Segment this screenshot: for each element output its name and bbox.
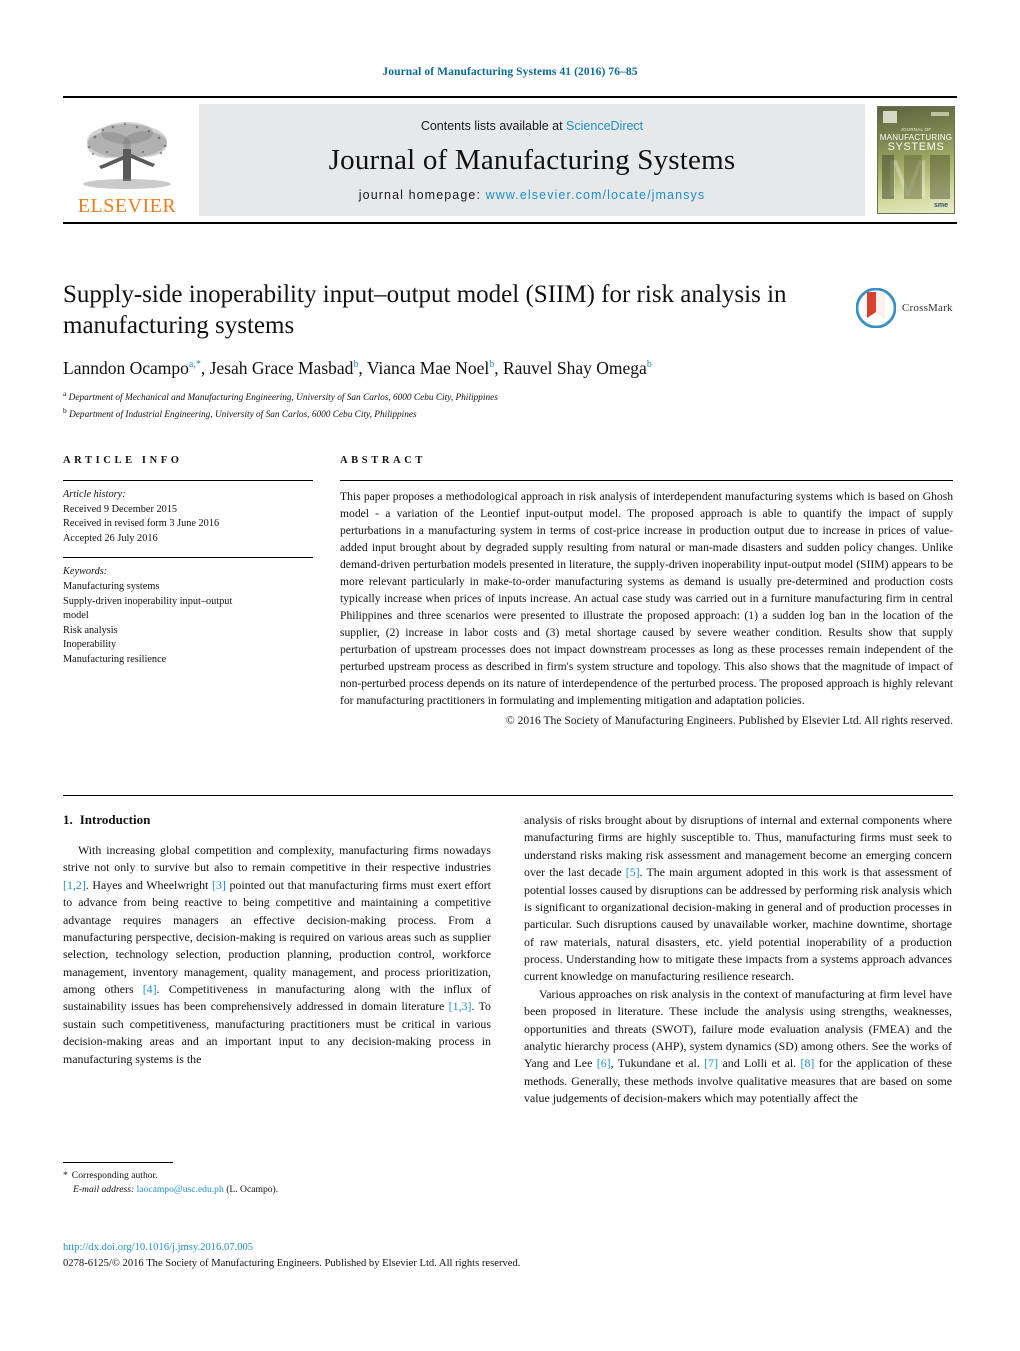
keyword-item: Supply-driven inoperability input–output bbox=[63, 595, 233, 607]
contents-available-line: Contents lists available at ScienceDirec… bbox=[421, 119, 643, 133]
sciencedirect-link[interactable]: ScienceDirect bbox=[566, 119, 643, 133]
cover-elsevier-mark bbox=[883, 111, 897, 123]
abstract-bottom-rule bbox=[63, 795, 953, 796]
keyword-item: Manufacturing systems bbox=[63, 581, 160, 593]
crossmark-icon bbox=[855, 287, 897, 329]
homepage-prefix: journal homepage: bbox=[358, 187, 486, 202]
cover-art: M JOURNAL OF MANUFACTURING SYSTEMS sme bbox=[877, 106, 955, 214]
section-number: 1. bbox=[63, 812, 73, 827]
history-item: Accepted 26 July 2016 bbox=[63, 532, 158, 544]
homepage-url-link[interactable]: www.elsevier.com/locate/jmansys bbox=[486, 188, 706, 202]
body-column-left: 1. Introduction With increasing global co… bbox=[63, 812, 491, 1197]
email-address-link[interactable]: laocampo@usc.edu.ph bbox=[137, 1184, 224, 1195]
running-head: Journal of Manufacturing Systems 41 (201… bbox=[382, 66, 638, 78]
cover-line3: SYSTEMS bbox=[887, 141, 945, 153]
keyword-item: model bbox=[63, 610, 89, 622]
abstract-copyright: © 2016 The Society of Manufacturing Engi… bbox=[505, 713, 953, 727]
body-column-right: analysis of risks brought about by disru… bbox=[524, 812, 952, 1197]
doi-link[interactable]: http://dx.doi.org/10.1016/j.jmsy.2016.07… bbox=[63, 1240, 953, 1256]
cover-society-mark: sme bbox=[933, 202, 948, 209]
cover-machinery-art bbox=[882, 155, 950, 199]
abstract-column: ABSTRACT This paper proposes a methodolo… bbox=[340, 455, 953, 727]
intro-paragraph-1: With increasing global competition and c… bbox=[63, 843, 492, 1066]
abstract-heading: ABSTRACT bbox=[340, 455, 426, 466]
journal-homepage-line: journal homepage: www.elsevier.com/locat… bbox=[359, 188, 705, 202]
affiliations: a Department of Mechanical and Manufactu… bbox=[63, 389, 853, 422]
keyword-item: Risk analysis bbox=[63, 624, 118, 636]
corresponding-author-footnote: * Corresponding author. E-mail address: l… bbox=[63, 1162, 491, 1197]
crossmark-badge[interactable]: CrossMark bbox=[855, 282, 961, 334]
article-history-label: Article history: bbox=[63, 489, 126, 500]
history-item: Received in revised form 3 June 2016 bbox=[63, 518, 220, 530]
keyword-item: Inoperability bbox=[63, 639, 117, 651]
abstract-text: This paper proposes a methodological app… bbox=[340, 490, 953, 707]
elsevier-logo: ELSEVIER bbox=[63, 98, 191, 222]
email-address-label: E-mail address: bbox=[73, 1183, 135, 1195]
footnote-corresponding-line: * Corresponding author. bbox=[63, 1169, 491, 1183]
title-block: Supply-side inoperability input–output m… bbox=[63, 280, 853, 422]
article-info-separator bbox=[63, 557, 313, 559]
affiliation-b: b Department of Industrial Engineering, … bbox=[63, 405, 417, 420]
journal-masthead: ELSEVIER Contents lists available at Sci… bbox=[63, 96, 957, 224]
history-item: Received 9 December 2015 bbox=[63, 503, 178, 515]
intro-paragraph-1-continued: analysis of risks brought about by disru… bbox=[524, 813, 952, 984]
affiliation-a-text: Department of Mechanical and Manufacturi… bbox=[68, 393, 498, 404]
footnote-rule bbox=[63, 1162, 173, 1163]
masthead-center: Contents lists available at ScienceDirec… bbox=[199, 104, 865, 216]
footnote-email-line: E-mail address: laocampo@usc.edu.ph (L. … bbox=[63, 1183, 491, 1197]
email-owner: (L. Ocampo). bbox=[226, 1183, 279, 1195]
keywords-group: Keywords: Manufacturing systems Supply-d… bbox=[63, 565, 313, 667]
affiliation-b-text: Department of Industrial Engineering, Un… bbox=[69, 409, 417, 420]
contents-prefix: Contents lists available at bbox=[420, 118, 567, 133]
section-title: Introduction bbox=[79, 812, 151, 827]
keyword-item: Manufacturing resilience bbox=[63, 654, 167, 666]
article-body: 1. Introduction With increasing global co… bbox=[63, 812, 953, 1197]
elsevier-wordmark: ELSEVIER bbox=[77, 195, 177, 217]
cover-issue-mark bbox=[931, 112, 949, 116]
author-list: Lanndon Ocampoa,*, Jesah Grace Masbadb, … bbox=[63, 358, 652, 378]
section-heading-introduction: 1. Introduction bbox=[63, 812, 491, 828]
article-history-group: Article history: Received 9 December 201… bbox=[63, 488, 313, 546]
elsevier-tree-icon bbox=[83, 122, 171, 189]
cover-line1: JOURNAL OF bbox=[900, 127, 932, 132]
page-footer: http://dx.doi.org/10.1016/j.jmsy.2016.07… bbox=[63, 1240, 953, 1272]
issn-copyright-line: 0278-6125/© 2016 The Society of Manufact… bbox=[63, 1257, 521, 1269]
abstract-rule bbox=[340, 480, 953, 481]
article-info-column: ARTICLE INFO Article history: Received 9… bbox=[63, 455, 313, 668]
keywords-label: Keywords: bbox=[63, 566, 108, 578]
footnote-corresponding-text: Corresponding author. bbox=[71, 1170, 158, 1181]
affiliation-a: a Department of Mechanical and Manufactu… bbox=[63, 389, 498, 404]
journal-title: Journal of Manufacturing Systems bbox=[328, 143, 736, 176]
article-info-heading: ARTICLE INFO bbox=[63, 455, 183, 466]
crossmark-label: CrossMark bbox=[902, 302, 953, 314]
journal-cover-thumbnail: M JOURNAL OF MANUFACTURING SYSTEMS sme bbox=[873, 98, 957, 222]
page-title: Supply-side inoperability input–output m… bbox=[63, 281, 787, 339]
article-info-rule bbox=[63, 480, 313, 481]
intro-paragraph-2: Various approaches on risk analysis in t… bbox=[524, 986, 952, 1105]
article-first-page: Journal of Manufacturing Systems 41 (201… bbox=[0, 0, 1020, 1351]
footnote-star: * bbox=[63, 1170, 68, 1181]
